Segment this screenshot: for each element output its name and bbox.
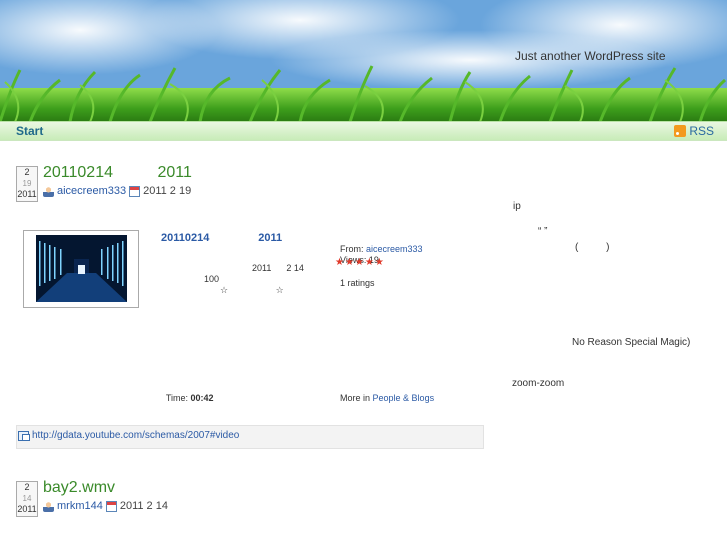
video-category: More in People & Blogs [335, 383, 434, 403]
video-description-line: ☆ ☆ [220, 285, 284, 295]
date-month: 2 [24, 482, 30, 492]
paren-text: ( ) [575, 242, 610, 253]
post-meta: aicecreem333 2011 2 19 [43, 185, 191, 197]
date-year: 2011 [17, 504, 37, 514]
post-meta: mrkm144 2011 2 14 [43, 500, 168, 512]
site-header: Just another WordPress site [0, 0, 727, 122]
zoom-text: zoom-zoom [512, 378, 565, 389]
date-year: 2011 [17, 189, 37, 199]
time-value: 00:42 [190, 393, 214, 403]
post-date-box: 2 14 2011 [16, 481, 38, 517]
video-ratings: 1 ratings [335, 268, 375, 288]
video-schema-link[interactable]: http://gdata.youtube.com/schemas/2007#vi… [32, 430, 239, 441]
post-date-text: 2011 2 14 [119, 500, 168, 512]
time-label: Time: [165, 393, 191, 403]
rss-icon [674, 125, 687, 137]
date-day: 14 [22, 494, 32, 503]
video-thumbnail-frame[interactable] [23, 230, 139, 308]
navigation-bar: Start RSS [0, 121, 727, 141]
calendar-icon [129, 185, 141, 197]
ratings-label: ratings [345, 278, 375, 288]
more-in-label: More in [340, 393, 373, 403]
video-link-bar: http://gdata.youtube.com/schemas/2007#vi… [16, 425, 484, 449]
ip-link[interactable]: ip [513, 201, 521, 212]
rss-label: RSS [689, 124, 714, 138]
post-title[interactable]: bay2.wmv [43, 479, 115, 497]
video-duration: Time: 00:42 [161, 383, 214, 403]
post-author-link[interactable]: aicecreem333 [57, 185, 126, 197]
category-link[interactable]: People & Blogs [373, 393, 435, 403]
video-description-line: 100 [204, 274, 220, 284]
user-icon [43, 500, 54, 512]
calendar-icon [105, 500, 117, 512]
video-thumbnail-image [36, 235, 127, 302]
quote-text: “ ” [538, 226, 548, 237]
nav-start-link[interactable]: Start [16, 124, 43, 138]
rss-link[interactable]: RSS [674, 124, 714, 138]
date-day: 19 [22, 179, 32, 188]
site-tagline: Just another WordPress site [515, 49, 666, 63]
link-icon [18, 431, 30, 441]
post-title[interactable]: 20110214 2011 [43, 164, 192, 182]
video-title-link[interactable]: 20110214 2011 [161, 232, 282, 244]
post-date-text: 2011 2 19 [143, 185, 192, 197]
date-month: 2 [24, 167, 30, 177]
magic-text: No Reason Special Magic) [572, 337, 691, 348]
post-author-link[interactable]: mrkm144 [57, 500, 103, 512]
video-thumbnail[interactable] [36, 235, 127, 302]
video-description-line: 2011 2 14 [252, 263, 304, 273]
rating-stars: ★★★★★ [335, 257, 385, 268]
user-icon [43, 185, 54, 197]
post-date-box: 2 19 2011 [16, 166, 38, 202]
